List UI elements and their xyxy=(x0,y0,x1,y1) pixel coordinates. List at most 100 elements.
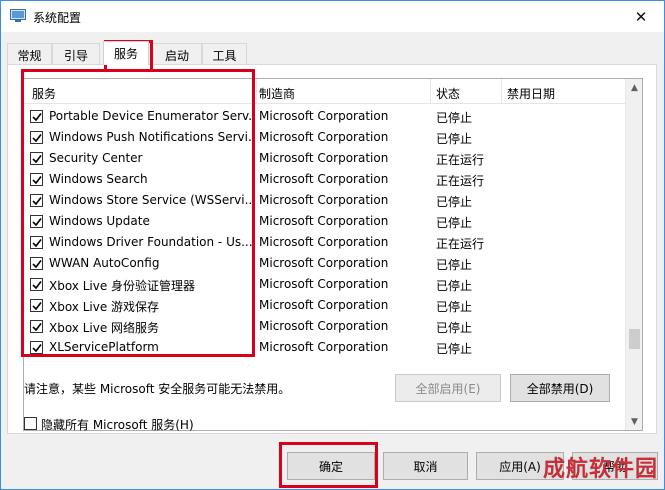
hide-ms-checkbox-box[interactable] xyxy=(24,417,37,430)
service-checkbox[interactable] xyxy=(30,152,43,165)
service-name: Xbox Live 游戏保存 xyxy=(49,300,160,314)
service-manufacturer: Microsoft Corporation xyxy=(259,109,389,123)
services-rows: Portable Device Enumerator Serv... Micros… xyxy=(24,106,625,358)
table-row[interactable]: WWAN AutoConfig Microsoft Corporation 已停止 xyxy=(24,253,625,274)
close-icon: ✕ xyxy=(634,7,648,26)
column-header-service[interactable]: 服务 xyxy=(32,85,56,102)
hide-ms-label: 隐藏所有 Microsoft 服务(H) xyxy=(41,418,194,432)
service-name: XLServicePlatform xyxy=(49,340,159,354)
tab-general[interactable]: 常规 xyxy=(7,43,52,64)
tab-tools[interactable]: 工具 xyxy=(202,43,247,64)
checkmark-icon xyxy=(32,260,42,269)
service-name: Windows Push Notifications Servi... xyxy=(49,130,254,144)
service-name: Windows Search xyxy=(49,172,148,186)
service-status: 已停止 xyxy=(436,195,473,209)
column-header-disabled-date[interactable]: 禁用日期 xyxy=(507,85,555,102)
checkmark-icon xyxy=(32,281,42,290)
service-checkbox[interactable] xyxy=(30,320,43,333)
table-row[interactable]: Windows Search Microsoft Corporation 正在运行 xyxy=(24,169,625,190)
vertical-scrollbar[interactable]: ▲ ▼ xyxy=(625,79,642,430)
table-row[interactable]: Xbox Live 网络服务 Microsoft Corporation 已停止 xyxy=(24,316,625,337)
scroll-up-arrow-icon[interactable]: ▲ xyxy=(626,79,642,96)
table-row[interactable]: Windows Update Microsoft Corporation 已停止 xyxy=(24,211,625,232)
window-title: 系统配置 xyxy=(33,11,82,25)
checkmark-icon xyxy=(32,197,42,206)
service-status: 正在运行 xyxy=(436,174,485,188)
service-checkbox[interactable] xyxy=(30,131,43,144)
column-divider xyxy=(430,79,431,104)
service-name: Portable Device Enumerator Serv... xyxy=(49,109,254,123)
service-manufacturer: Microsoft Corporation xyxy=(259,193,389,207)
column-header-status[interactable]: 状态 xyxy=(436,85,460,102)
column-divider xyxy=(501,79,502,104)
table-row[interactable]: Windows Driver Foundation - Us... Microso… xyxy=(24,232,625,253)
scroll-thumb[interactable] xyxy=(629,329,640,349)
service-checkbox[interactable] xyxy=(30,299,43,312)
service-name: WWAN AutoConfig xyxy=(49,256,160,270)
table-row[interactable]: Xbox Live 身份验证管理器 Microsoft Corporation 已停… xyxy=(24,274,625,295)
table-row[interactable]: Portable Device Enumerator Serv... Micros… xyxy=(24,106,625,127)
close-button[interactable]: ✕ xyxy=(618,1,664,32)
title-bar: 系统配置 ✕ xyxy=(1,1,664,32)
service-checkbox[interactable] xyxy=(30,278,43,291)
service-manufacturer: Microsoft Corporation xyxy=(259,298,389,312)
cancel-button[interactable]: 取消 xyxy=(383,452,468,480)
system-config-window: 系统配置 ✕ 常规 引导 服务 启动 工具 服务 制造商 状态 禁用日期 Por… xyxy=(0,0,665,490)
checkmark-icon xyxy=(32,218,42,227)
checkmark-icon xyxy=(32,176,42,185)
service-manufacturer: Microsoft Corporation xyxy=(259,277,389,291)
services-tab-panel: 服务 制造商 状态 禁用日期 Portable Device Enumerato… xyxy=(7,64,657,434)
service-checkbox[interactable] xyxy=(30,236,43,249)
tab-services[interactable]: 服务 xyxy=(103,41,149,65)
service-checkbox[interactable] xyxy=(30,110,43,123)
service-name: Windows Update xyxy=(49,214,150,228)
service-status: 正在运行 xyxy=(436,153,485,167)
tab-boot[interactable]: 引导 xyxy=(52,43,100,64)
column-divider xyxy=(256,79,257,104)
watermark-text: 成航软件园 xyxy=(542,457,658,482)
service-status: 已停止 xyxy=(436,342,473,356)
table-row[interactable]: Security Center Microsoft Corporation 正在运行 xyxy=(24,148,625,169)
service-status: 正在运行 xyxy=(436,237,485,251)
service-manufacturer: Microsoft Corporation xyxy=(259,235,389,249)
service-status: 已停止 xyxy=(436,132,473,146)
service-name: Xbox Live 身份验证管理器 xyxy=(49,279,196,293)
service-manufacturer: Microsoft Corporation xyxy=(259,151,389,165)
checkmark-icon xyxy=(32,155,42,164)
scroll-down-arrow-icon[interactable]: ▼ xyxy=(626,413,642,430)
services-list-header: 服务 制造商 状态 禁用日期 xyxy=(24,79,625,104)
table-row[interactable]: XLServicePlatform Microsoft Corporation 已停… xyxy=(24,337,625,358)
service-manufacturer: Microsoft Corporation xyxy=(259,214,389,228)
service-checkbox[interactable] xyxy=(30,194,43,207)
service-manufacturer: Microsoft Corporation xyxy=(259,172,389,186)
security-note: 请注意，某些 Microsoft 安全服务可能无法禁用。 xyxy=(24,382,291,396)
enable-all-button[interactable]: 全部启用(E) xyxy=(395,374,501,402)
service-manufacturer: Microsoft Corporation xyxy=(259,256,389,270)
service-manufacturer: Microsoft Corporation xyxy=(259,319,389,333)
service-checkbox[interactable] xyxy=(30,257,43,270)
service-checkbox[interactable] xyxy=(30,341,43,354)
service-name: Xbox Live 网络服务 xyxy=(49,321,160,335)
service-status: 已停止 xyxy=(436,300,473,314)
checkmark-icon xyxy=(32,134,42,143)
ok-button[interactable]: 确定 xyxy=(287,452,375,480)
table-row[interactable]: Windows Push Notifications Servi... Micro… xyxy=(24,127,625,148)
checkmark-icon xyxy=(32,344,42,353)
service-checkbox[interactable] xyxy=(30,173,43,186)
service-name: Security Center xyxy=(49,151,143,165)
service-checkbox[interactable] xyxy=(30,215,43,228)
column-header-manufacturer[interactable]: 制造商 xyxy=(259,85,295,102)
service-name: Windows Store Service (WSServi... xyxy=(49,193,254,207)
service-status: 已停止 xyxy=(436,111,473,125)
checkmark-icon xyxy=(32,239,42,248)
disable-all-button[interactable]: 全部禁用(D) xyxy=(510,374,610,402)
service-manufacturer: Microsoft Corporation xyxy=(259,340,389,354)
tab-startup[interactable]: 启动 xyxy=(152,43,202,64)
table-row[interactable]: Xbox Live 游戏保存 Microsoft Corporation 已停止 xyxy=(24,295,625,316)
table-row[interactable]: Windows Store Service (WSServi... Microso… xyxy=(24,190,625,211)
service-status: 已停止 xyxy=(436,258,473,272)
checkmark-icon xyxy=(32,302,42,311)
service-status: 已停止 xyxy=(436,279,473,293)
service-status: 已停止 xyxy=(436,321,473,335)
service-manufacturer: Microsoft Corporation xyxy=(259,130,389,144)
